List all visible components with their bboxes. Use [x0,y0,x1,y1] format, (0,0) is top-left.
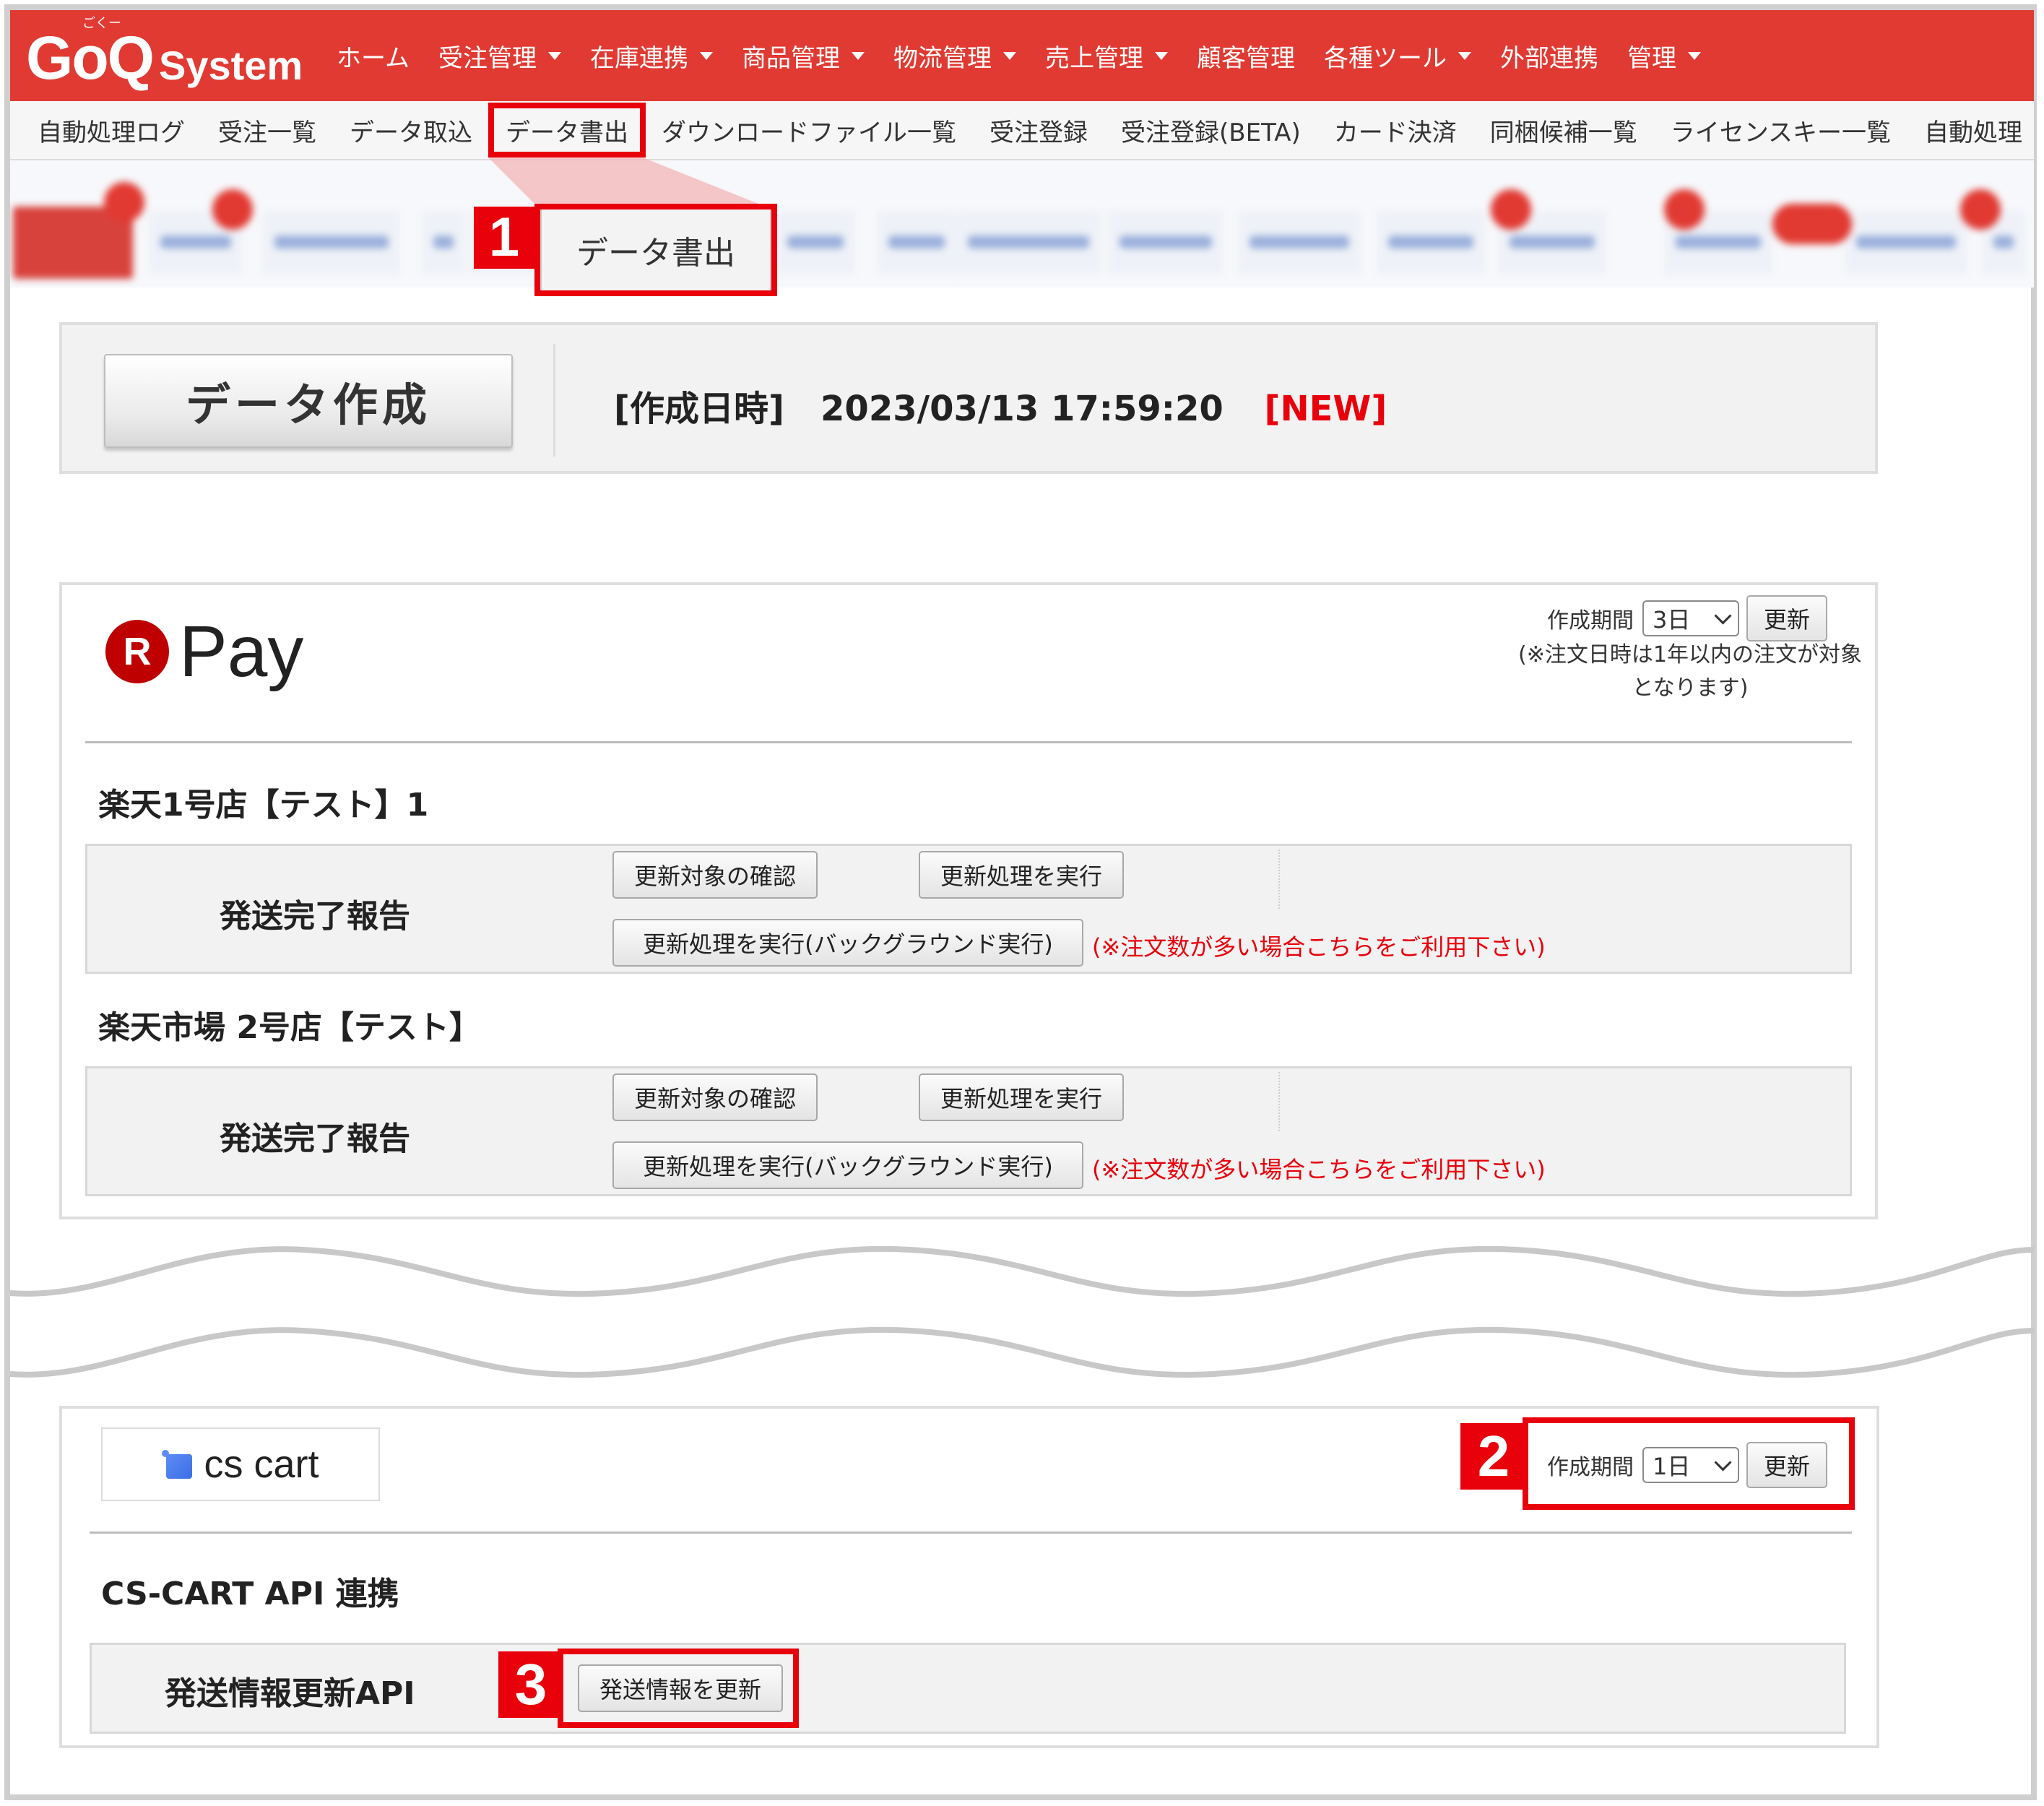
cscart-divider [90,1531,1852,1534]
chevron-down-icon [1714,1453,1732,1472]
cscart-period-select[interactable]: 1日 [1642,1447,1739,1483]
cscart-row-label: 発送情報更新API [165,1675,415,1712]
cscart-period-control: 作成期間 1日 更新 [1547,1442,1827,1488]
cscart-mark-icon [162,1450,194,1479]
cscart-logo-text: cs cart [204,1443,319,1486]
cscart-period-value: 1日 [1653,1453,1691,1480]
cscart-section-title: CS-CART API 連携 [101,1576,399,1612]
cscart-logo: cs cart [101,1427,380,1501]
step-badge-3: 3 [498,1651,563,1718]
cscart-period-label: 作成期間 [1547,1455,1634,1480]
highlight-box-shipping-button [558,1649,799,1728]
step-badge-2: 2 [1460,1423,1527,1490]
cscart-update-button[interactable]: 更新 [1746,1442,1827,1488]
